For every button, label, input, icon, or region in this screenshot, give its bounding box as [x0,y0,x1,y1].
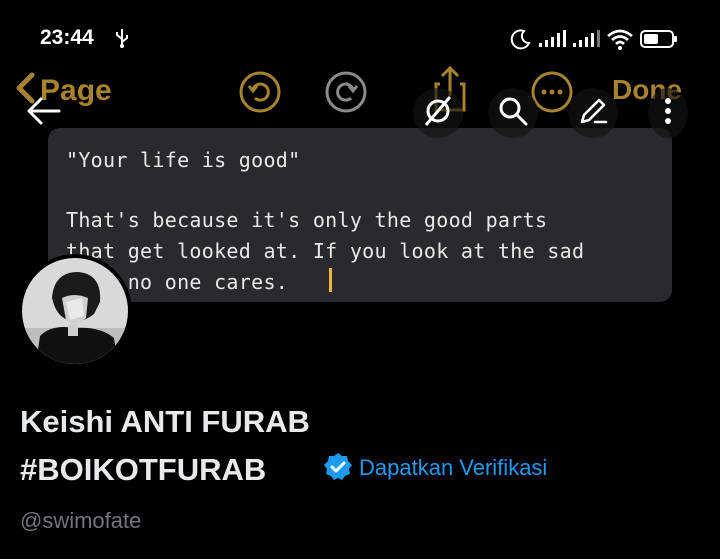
search-button[interactable] [488,88,538,138]
battery-icon [640,30,678,53]
display-name-hashtag: #BOIKOTFURAB [20,452,267,487]
grok-icon [422,95,454,132]
avatar[interactable] [18,254,132,368]
compose-icon [577,95,609,132]
grok-button[interactable] [413,88,463,138]
back-arrow-icon[interactable] [26,96,62,131]
search-icon [498,96,528,131]
wifi-icon [606,28,634,55]
moon-icon [510,28,532,55]
verified-badge-icon [323,452,353,487]
overflow-button[interactable] [648,88,688,138]
user-handle: @swimofate [20,508,142,533]
note-text-line: That's because it's only the good parts [66,208,548,232]
signal-icon [538,30,566,53]
overflow-icon [663,96,673,131]
text-caret [329,268,332,292]
compose-button[interactable] [568,88,618,138]
note-card: "Your life is good" That's because it's … [48,128,672,302]
usb-icon [114,28,130,53]
signal-icon [572,30,600,53]
note-text-line: "Your life is good" [66,148,301,172]
note-text-line: that get looked at. If you look at the s… [66,239,585,263]
display-name: Keishi ANTI FURAB [20,404,310,439]
get-verified-link[interactable]: Dapatkan Verifikasi [359,455,547,481]
status-time: 23:44 [40,26,94,49]
redo-icon [324,70,368,114]
undo-icon [238,70,282,114]
